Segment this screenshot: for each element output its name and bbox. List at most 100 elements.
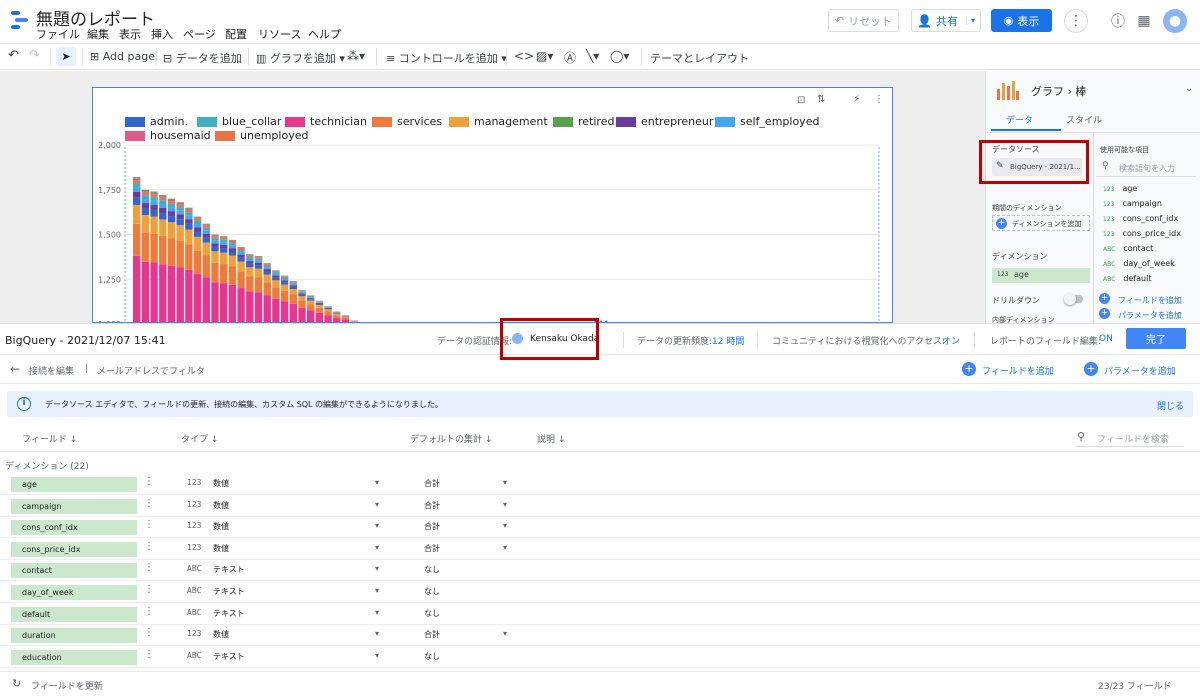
bar-segment[interactable] — [246, 259, 254, 262]
reset-button[interactable]: ↶ リセット — [828, 9, 899, 32]
bar-segment[interactable] — [298, 307, 306, 322]
field-name-chip[interactable]: campaign — [11, 498, 137, 514]
bar-segment[interactable] — [237, 257, 245, 262]
looker-studio-logo[interactable] — [9, 9, 31, 31]
bar-segment[interactable] — [298, 294, 306, 297]
bar-segment[interactable] — [315, 307, 324, 313]
bar-segment[interactable] — [193, 216, 202, 218]
bar-segment[interactable] — [133, 255, 141, 322]
type-dropdown-icon[interactable]: ▾ — [375, 651, 379, 660]
bar-segment[interactable] — [263, 264, 271, 266]
bar-segment[interactable] — [167, 199, 176, 202]
pencil-icon[interactable]: ✎ — [996, 161, 1004, 171]
bar-segment[interactable] — [167, 203, 176, 208]
field-menu-icon[interactable]: ⋮ — [144, 649, 154, 660]
bar-segment[interactable] — [324, 307, 332, 309]
bar-segment[interactable] — [159, 213, 167, 220]
bar-segment[interactable] — [280, 280, 289, 283]
bar-segment[interactable] — [133, 183, 141, 188]
add-chart-button[interactable]: ▥ グラフを追加 ▾ — [256, 50, 345, 66]
bar-segment[interactable] — [193, 217, 202, 219]
chevron-down-icon[interactable]: ⌄ — [1185, 83, 1193, 94]
bar-segment[interactable] — [159, 219, 167, 237]
bar-segment[interactable] — [176, 202, 184, 204]
bar-chart-card[interactable]: ⊡ ⇅ ⚡ ⋮ admin. blue_collar technician servi… — [92, 87, 893, 323]
bar-segment[interactable] — [237, 261, 245, 272]
bar-segment[interactable] — [211, 282, 219, 322]
bar-segment[interactable] — [220, 252, 228, 265]
refresh-value-link[interactable]: 12 時間 — [712, 334, 744, 347]
bar-segment[interactable] — [228, 239, 237, 241]
bar-segment[interactable] — [159, 207, 167, 214]
bar-segment[interactable] — [272, 270, 280, 272]
bar-segment[interactable] — [185, 244, 193, 270]
bar-segment[interactable] — [289, 294, 297, 304]
add-parameter-button[interactable]: パラメータを追加 — [1104, 364, 1176, 377]
bar-segment[interactable] — [193, 236, 202, 251]
aggregation-dropdown-icon[interactable]: ▾ — [503, 543, 507, 552]
table-row[interactable]: campaign ⋮ 123 数値 ▾ 合計 ▾ — [0, 495, 1200, 517]
bar-segment[interactable] — [280, 276, 289, 278]
bar-segment[interactable] — [289, 285, 297, 287]
bar-segment[interactable] — [211, 243, 219, 247]
bar-segment[interactable] — [150, 196, 158, 201]
drilldown-toggle[interactable] — [1064, 293, 1083, 305]
bar-segment[interactable] — [324, 306, 332, 308]
bar-segment[interactable] — [254, 262, 263, 266]
credential-user[interactable]: Kensaku Okada — [530, 334, 599, 344]
bar-segment[interactable] — [220, 237, 228, 239]
bar-segment[interactable] — [237, 288, 245, 322]
field-menu-icon[interactable]: ⋮ — [144, 627, 154, 638]
available-field-item[interactable]: ABC contact — [1103, 244, 1153, 253]
bar-segment[interactable] — [298, 290, 306, 292]
bar-segment[interactable] — [341, 319, 350, 322]
menu-view[interactable]: 表示 — [119, 26, 141, 42]
bar-segment[interactable] — [280, 277, 289, 279]
bar-segment[interactable] — [167, 198, 176, 200]
add-field-icon[interactable]: + — [962, 362, 976, 376]
bar-segment[interactable] — [324, 307, 332, 308]
bar-segment[interactable] — [254, 256, 263, 258]
bar-segment[interactable] — [159, 195, 167, 197]
bar-segment[interactable] — [228, 240, 237, 242]
bar-segment[interactable] — [315, 304, 324, 308]
bar-segment[interactable] — [341, 316, 350, 318]
bar-segment[interactable] — [193, 224, 202, 228]
bar-segment[interactable] — [350, 321, 358, 322]
bar-segment[interactable] — [280, 278, 289, 281]
bar-segment[interactable] — [237, 250, 245, 253]
field-name-chip[interactable]: contact — [11, 563, 137, 579]
bar-segment[interactable] — [193, 231, 202, 237]
share-button[interactable]: 👤 共有 ▾ — [911, 9, 981, 32]
bar-segment[interactable] — [185, 269, 193, 322]
select-cursor-icon[interactable]: ➤ — [56, 47, 76, 66]
bar-segment[interactable] — [289, 283, 297, 286]
bar-segment[interactable] — [133, 204, 141, 224]
bar-segment[interactable] — [150, 194, 158, 197]
bar-segment[interactable] — [150, 192, 158, 195]
field-name-chip[interactable]: day_of_week — [11, 585, 137, 600]
bar-segment[interactable] — [159, 236, 167, 265]
embed-code-icon[interactable]: <> — [514, 49, 534, 63]
bar-segment[interactable] — [141, 195, 150, 200]
bar-segment[interactable] — [176, 214, 184, 220]
more-options-icon[interactable]: ⋮ — [1064, 9, 1088, 33]
bar-segment[interactable] — [193, 274, 202, 322]
table-row[interactable]: age ⋮ 123 数値 ▾ 合計 ▾ — [0, 473, 1200, 495]
image-icon[interactable]: ▨▾ — [536, 49, 553, 63]
bar-segment[interactable] — [185, 209, 193, 213]
bar-segment[interactable] — [167, 211, 176, 217]
bar-segment[interactable] — [185, 215, 193, 220]
bar-segment[interactable] — [202, 255, 210, 278]
tab-style[interactable]: スタイル — [1066, 113, 1102, 126]
bar-segment[interactable] — [141, 232, 150, 262]
community-visualization-icon[interactable]: ⁂▾ — [347, 49, 365, 63]
available-field-item[interactable]: 123 age — [1103, 184, 1137, 193]
bar-segment[interactable] — [185, 212, 193, 216]
menu-resources[interactable]: リソース — [258, 26, 301, 42]
bar-segment[interactable] — [272, 277, 280, 281]
bar-segment[interactable] — [202, 237, 210, 243]
type-dropdown-icon[interactable]: ▾ — [375, 564, 379, 573]
bar-segment[interactable] — [228, 284, 237, 322]
bar-segment[interactable] — [211, 251, 219, 263]
